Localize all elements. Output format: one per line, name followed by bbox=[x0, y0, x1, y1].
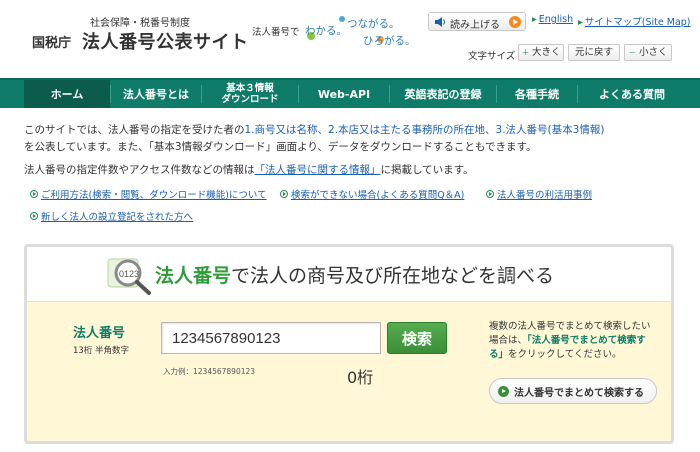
logo-subtitle: 社会保障・税番号制度 bbox=[90, 18, 190, 29]
search-trouble-faq-link[interactable]: 検索ができない場合(よくある質問Q＆A) bbox=[280, 187, 464, 201]
corporate-number-input[interactable] bbox=[161, 322, 381, 354]
usage-guide-link[interactable]: ご利用方法(検索・閲覧、ダウンロード機能)について bbox=[30, 187, 267, 201]
digit-count: 0桁 bbox=[347, 368, 374, 387]
english-link[interactable]: ▸ English bbox=[532, 14, 573, 25]
new-registration-link[interactable]: 新しく法人の設立登記をされた方へ bbox=[30, 209, 193, 223]
sitemap-link[interactable]: ▸ サイトマップ(Site Map) bbox=[578, 14, 691, 28]
field-label: 法人番号 bbox=[73, 326, 126, 341]
arrow-circle-icon bbox=[486, 190, 494, 198]
slogan-word-1: わかる。 bbox=[305, 25, 347, 37]
intro-line-1: このサイトでは、法人番号の指定を受けた者の1.商号又は名称、2.本店又は主たる事… bbox=[24, 124, 605, 136]
use-cases-link[interactable]: 法人番号の利活用事例 bbox=[486, 187, 592, 201]
site-title: 法人番号公表サイト bbox=[82, 32, 249, 53]
arrow-circle-icon bbox=[30, 190, 38, 198]
bulk-search-text: 複数の法人番号でまとめて検索したい場合は、「法人番号でまとめて検索する」をクリッ… bbox=[489, 321, 651, 360]
slogan-word-3: ひろがる。 bbox=[363, 35, 416, 47]
arrow-icon: ▸ bbox=[532, 14, 537, 25]
input-example: 入力例：1234567890123 bbox=[163, 367, 256, 376]
play-icon bbox=[509, 16, 521, 28]
magnifier-digits: 0123 bbox=[119, 269, 139, 279]
nav-home[interactable]: ホーム bbox=[24, 80, 110, 108]
read-aloud-button[interactable]: 読み上げる bbox=[428, 12, 526, 31]
nav-english-registration[interactable]: 英語表記の登録 bbox=[390, 80, 496, 108]
logo-agency: 国税庁 bbox=[32, 36, 72, 51]
nav-web-api[interactable]: Web-API bbox=[299, 80, 389, 108]
read-aloud-label: 読み上げる bbox=[450, 20, 500, 31]
arrow-circle-icon bbox=[30, 212, 38, 220]
nav-procedures[interactable]: 各種手続 bbox=[497, 80, 577, 108]
corporate-number-info-link[interactable]: 「法人番号に関する情報」 bbox=[254, 164, 380, 176]
search-button[interactable]: 検索 bbox=[387, 322, 447, 354]
arrow-circle-icon bbox=[280, 190, 288, 198]
bulk-search-button[interactable]: 法人番号でまとめて検索する bbox=[489, 378, 657, 404]
site-header: 社会保障・税番号制度 国税庁 法人番号公表サイト 法人番号で わかる。 つながる… bbox=[0, 0, 700, 78]
intro-line-2: を公表しています。また、「基本3情報ダウンロード」画面より、データをダウンロード… bbox=[24, 141, 537, 153]
font-larger-button[interactable]: ＋ 大きく bbox=[518, 44, 564, 61]
intro-line-3: 法人番号の指定件数やアクセス件数などの情報は「法人番号に関する情報」に掲載してい… bbox=[24, 164, 474, 176]
search-panel-title: 法人番号で法人の商号及び所在地などを調べる bbox=[155, 265, 555, 287]
font-size-label: 文字サイズ bbox=[468, 51, 516, 62]
tagline: 法人番号で bbox=[252, 27, 300, 38]
minus-icon: － bbox=[628, 48, 640, 57]
nav-faq[interactable]: よくある質問 bbox=[578, 80, 686, 108]
global-nav: ホーム 法人番号とは 基本３情報 ダウンロード Web-API 英語表記の登録 各… bbox=[0, 78, 700, 108]
font-smaller-button[interactable]: － 小さく bbox=[624, 44, 672, 61]
nav-download[interactable]: 基本３情報 ダウンロード bbox=[202, 80, 298, 108]
magnifier-icon: 0123 bbox=[107, 258, 151, 295]
slogan-word-2: つながる。 bbox=[347, 18, 400, 30]
arrow-icon: ▸ bbox=[578, 17, 583, 28]
font-reset-button[interactable]: 元に戻す bbox=[568, 44, 620, 61]
slogan: わかる。 つながる。 ひろがる。 bbox=[305, 14, 417, 48]
field-hint: 13桁 半角数字 bbox=[73, 346, 130, 356]
speaker-icon bbox=[435, 17, 445, 27]
search-form: 法人番号 13桁 半角数字 検索 入力例：1234567890123 0桁 複数… bbox=[27, 301, 671, 441]
nav-about[interactable]: 法人番号とは bbox=[111, 80, 201, 108]
arrow-circle-icon bbox=[498, 386, 509, 397]
search-panel-header: 0123 法人番号で法人の商号及び所在地などを調べる bbox=[27, 247, 671, 301]
search-panel: 0123 法人番号で法人の商号及び所在地などを調べる 法人番号 13桁 半角数字… bbox=[24, 244, 674, 444]
plus-icon: ＋ bbox=[521, 48, 533, 57]
